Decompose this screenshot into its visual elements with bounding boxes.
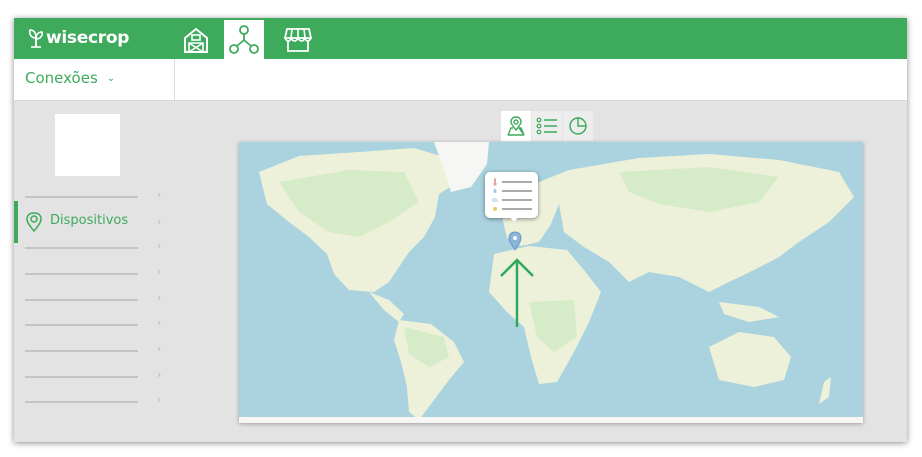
nav-market-button[interactable] — [278, 20, 318, 59]
sidebar-item-placeholder — [25, 273, 138, 275]
sidebar-item[interactable]: › — [14, 340, 174, 362]
chevron-right-icon: › — [157, 265, 162, 278]
thermometer-icon — [493, 178, 497, 186]
chevron-down-icon: ⌄ — [106, 72, 116, 84]
sidebar-item[interactable]: › — [14, 237, 174, 259]
sidebar-item[interactable]: › — [14, 366, 174, 388]
nav-connections-button[interactable] — [224, 20, 264, 59]
chevron-right-icon: › — [157, 239, 162, 252]
sidebar-item-placeholder — [25, 350, 138, 352]
sidebar-item[interactable]: › — [14, 314, 174, 336]
chevron-right-icon: › — [157, 368, 162, 381]
app-window: wisecrop Conexões ⌄ › Dispositivos › › ›… — [14, 18, 907, 442]
location-pin-icon — [26, 212, 42, 232]
company-logo — [55, 114, 120, 176]
sidebar-item-placeholder — [25, 299, 138, 301]
top-bar: wisecrop — [14, 18, 907, 59]
divider — [174, 59, 175, 100]
section-dropdown[interactable]: Conexões ⌄ — [25, 69, 115, 87]
connections-icon — [229, 24, 259, 54]
tab-list-view[interactable] — [532, 111, 562, 141]
world-map[interactable] — [239, 142, 863, 423]
sidebar-item[interactable]: › — [14, 391, 174, 413]
world-map-graphic — [239, 142, 863, 423]
sidebar-item-placeholder — [25, 324, 138, 326]
sidebar-item-placeholder — [25, 247, 138, 249]
chevron-right-icon: › — [157, 342, 162, 355]
device-readings-icons — [492, 178, 532, 211]
sidebar-item-placeholder — [25, 401, 138, 403]
chevron-right-icon: › — [157, 316, 162, 329]
sidebar-item-placeholder — [25, 196, 138, 198]
chevron-right-icon: › — [157, 188, 162, 201]
sidebar-item[interactable]: › — [14, 263, 174, 285]
sun-icon — [493, 207, 497, 211]
humidity-icon — [493, 188, 497, 193]
map-pin-icon — [507, 116, 525, 136]
nav-farm-button[interactable] — [176, 20, 216, 59]
view-switcher — [501, 111, 594, 141]
popup-pointer — [509, 216, 519, 222]
section-title: Conexões — [25, 69, 98, 87]
chevron-right-icon: › — [157, 215, 162, 228]
pie-chart-icon — [569, 117, 587, 135]
wind-icon — [492, 198, 498, 202]
chevron-right-icon: › — [157, 393, 162, 406]
section-bar: Conexões ⌄ — [14, 59, 907, 101]
sidebar-item[interactable]: › — [14, 289, 174, 311]
sprout-icon — [28, 29, 43, 48]
device-popup[interactable] — [485, 172, 538, 218]
brand-name: wisecrop — [46, 28, 130, 48]
brand-logo[interactable]: wisecrop — [28, 26, 129, 50]
tab-map-view[interactable] — [501, 111, 531, 141]
list-icon — [536, 117, 557, 135]
farm-icon — [184, 27, 208, 53]
tab-chart-view[interactable] — [563, 111, 593, 141]
market-icon — [283, 27, 313, 52]
sidebar-item-label: Dispositivos — [50, 213, 129, 228]
chevron-right-icon: › — [157, 291, 162, 304]
sidebar-item-placeholder — [25, 376, 138, 378]
